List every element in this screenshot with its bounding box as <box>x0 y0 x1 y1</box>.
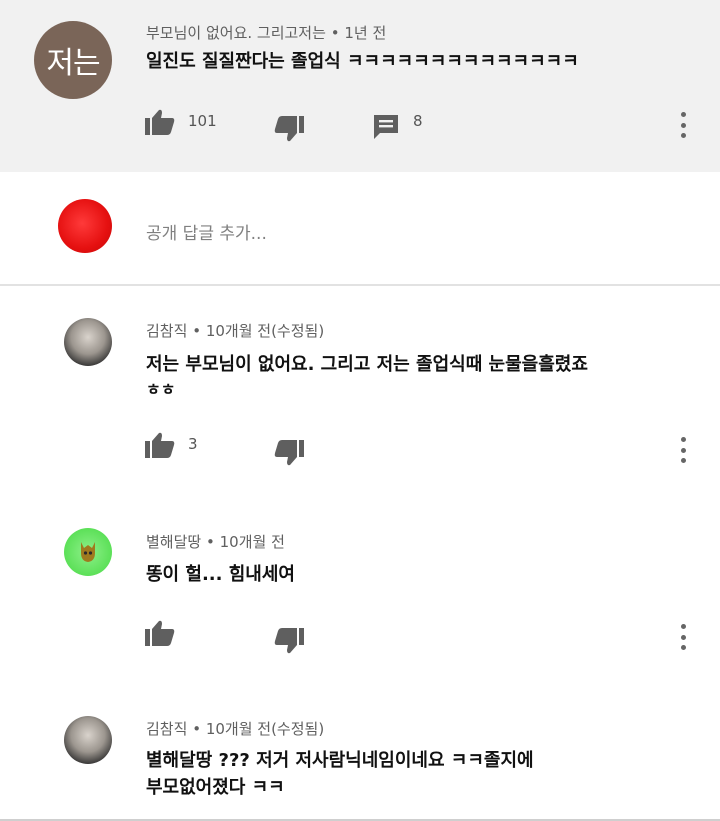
reply-text-line: 저는 부모님이 없어요. 그리고 저는 졸업식때 눈물을흘렸죠 <box>146 354 588 375</box>
like-button[interactable] <box>145 620 175 646</box>
meta-separator: • <box>330 24 340 42</box>
comment-author[interactable]: 부모님이 없어요. 그리고저는 <box>146 24 326 42</box>
thumbs-up-icon <box>145 432 175 458</box>
more-vert-icon[interactable] <box>677 624 689 650</box>
character-icon <box>81 542 95 562</box>
like-button[interactable] <box>145 109 175 135</box>
avatar-label: 저는 <box>46 46 100 81</box>
reply-time[interactable]: 10개월 전 <box>220 533 285 551</box>
reply-meta: 김참직 • 10개월 전(수정됨) <box>146 718 324 739</box>
meta-separator: • <box>205 533 215 551</box>
reply-text-line: 똥이 헐... 힘내세여 <box>146 564 295 585</box>
user-avatar <box>58 199 112 253</box>
reply-avatar[interactable] <box>64 528 112 576</box>
meta-separator: • <box>192 322 202 340</box>
comment-icon <box>374 115 398 139</box>
dislike-button[interactable] <box>274 628 304 654</box>
reply-author[interactable]: 별해달땅 <box>146 533 201 551</box>
dislike-button[interactable] <box>274 116 304 142</box>
reply-text-line: ㅎㅎ <box>146 380 176 399</box>
like-button[interactable] <box>145 432 175 458</box>
reply-author[interactable]: 김참직 <box>146 720 187 738</box>
reply-meta: 별해달땅 • 10개월 전 <box>146 531 285 552</box>
dislike-button[interactable] <box>274 440 304 466</box>
thumbs-down-icon <box>274 116 304 142</box>
like-count: 3 <box>188 435 198 453</box>
more-vert-icon[interactable] <box>677 437 689 463</box>
meta-separator: • <box>192 720 202 738</box>
reply-author[interactable]: 김참직 <box>146 322 187 340</box>
thumbs-up-icon <box>145 620 175 646</box>
reply-button[interactable] <box>372 113 400 141</box>
reply-meta: 김참직 • 10개월 전(수정됨) <box>146 320 324 341</box>
comment-time[interactable]: 1년 전 <box>344 24 386 42</box>
thumbs-up-icon <box>145 109 175 135</box>
reply-text-line: 별해달땅 ??? 저거 저사람닉네임이네요 ㅋㅋ졸지에 <box>146 750 534 771</box>
reply-time[interactable]: 10개월 전(수정됨) <box>206 720 324 738</box>
more-vert-icon[interactable] <box>677 112 689 138</box>
reply-count: 8 <box>413 112 423 130</box>
like-count: 101 <box>188 112 217 130</box>
reply-avatar[interactable] <box>64 716 112 764</box>
comment-text: 일진도 질질짠다는 졸업식 ㅋㅋㅋㅋㅋㅋㅋㅋㅋㅋㅋㅋㅋㅋ <box>146 51 579 72</box>
commenter-avatar[interactable]: 저는 <box>34 21 112 99</box>
reply-avatar[interactable] <box>64 318 112 366</box>
reply-input[interactable]: 공개 답글 추가... <box>146 219 267 244</box>
thumbs-down-icon <box>274 440 304 466</box>
thumbs-down-icon <box>274 628 304 654</box>
reply-time[interactable]: 10개월 전(수정됨) <box>206 322 324 340</box>
comment-meta: 부모님이 없어요. 그리고저는 • 1년 전 <box>146 22 386 43</box>
reply-text-line: 부모없어졌다 ㅋㅋ <box>146 777 285 798</box>
